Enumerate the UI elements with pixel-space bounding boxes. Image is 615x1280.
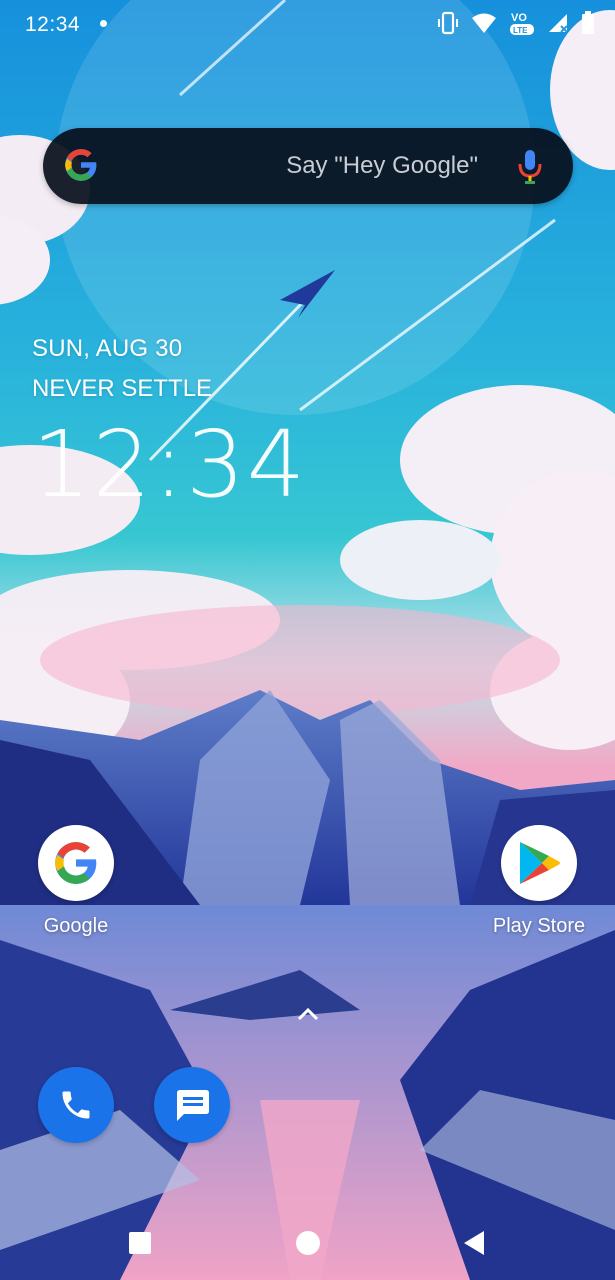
app-play-store[interactable]: Play Store <box>484 825 594 938</box>
glance-date[interactable]: SUN, AUG 30 <box>32 335 307 363</box>
notification-dot-icon <box>100 20 107 27</box>
messages-app[interactable] <box>154 1067 230 1143</box>
app-label-play-store: Play Store <box>492 915 586 937</box>
battery-icon <box>582 11 594 34</box>
status-icons: VO LTE <box>437 10 595 36</box>
svg-text:LTE: LTE <box>513 26 528 35</box>
play-store-icon[interactable] <box>501 825 577 901</box>
home-button[interactable] <box>296 1231 320 1255</box>
app-google[interactable]: Google <box>30 825 122 938</box>
mic-icon[interactable] <box>517 148 543 186</box>
at-a-glance-widget[interactable]: SUN, AUG 30 NEVER SETTLE 12:34 <box>32 335 307 515</box>
google-icon[interactable] <box>38 825 114 901</box>
search-hint: Say "Hey Google" <box>286 152 478 179</box>
signal-icon <box>549 14 568 33</box>
google-search-bar[interactable]: Say "Hey Google" <box>43 128 573 204</box>
vibrate-icon <box>438 11 458 35</box>
phone-icon <box>62 1091 90 1119</box>
clock-widget[interactable]: 12:34 <box>32 415 307 515</box>
app-drawer-chevron-icon[interactable] <box>296 1005 320 1023</box>
app-label-google: Google <box>43 915 109 937</box>
status-bar: 12:34 VO LTE <box>0 0 615 50</box>
volte-icon: VO LTE <box>510 12 534 35</box>
navigation-bar <box>0 1210 615 1280</box>
wifi-icon <box>472 13 496 33</box>
svg-text:VO: VO <box>511 12 527 24</box>
glance-event[interactable]: NEVER SETTLE <box>32 375 307 403</box>
recents-button[interactable] <box>129 1232 151 1254</box>
back-button[interactable] <box>462 1230 486 1256</box>
google-g-icon <box>65 149 97 181</box>
status-time: 12:34 <box>25 13 81 36</box>
phone-app[interactable] <box>38 1067 114 1143</box>
messages-icon <box>177 1090 209 1121</box>
